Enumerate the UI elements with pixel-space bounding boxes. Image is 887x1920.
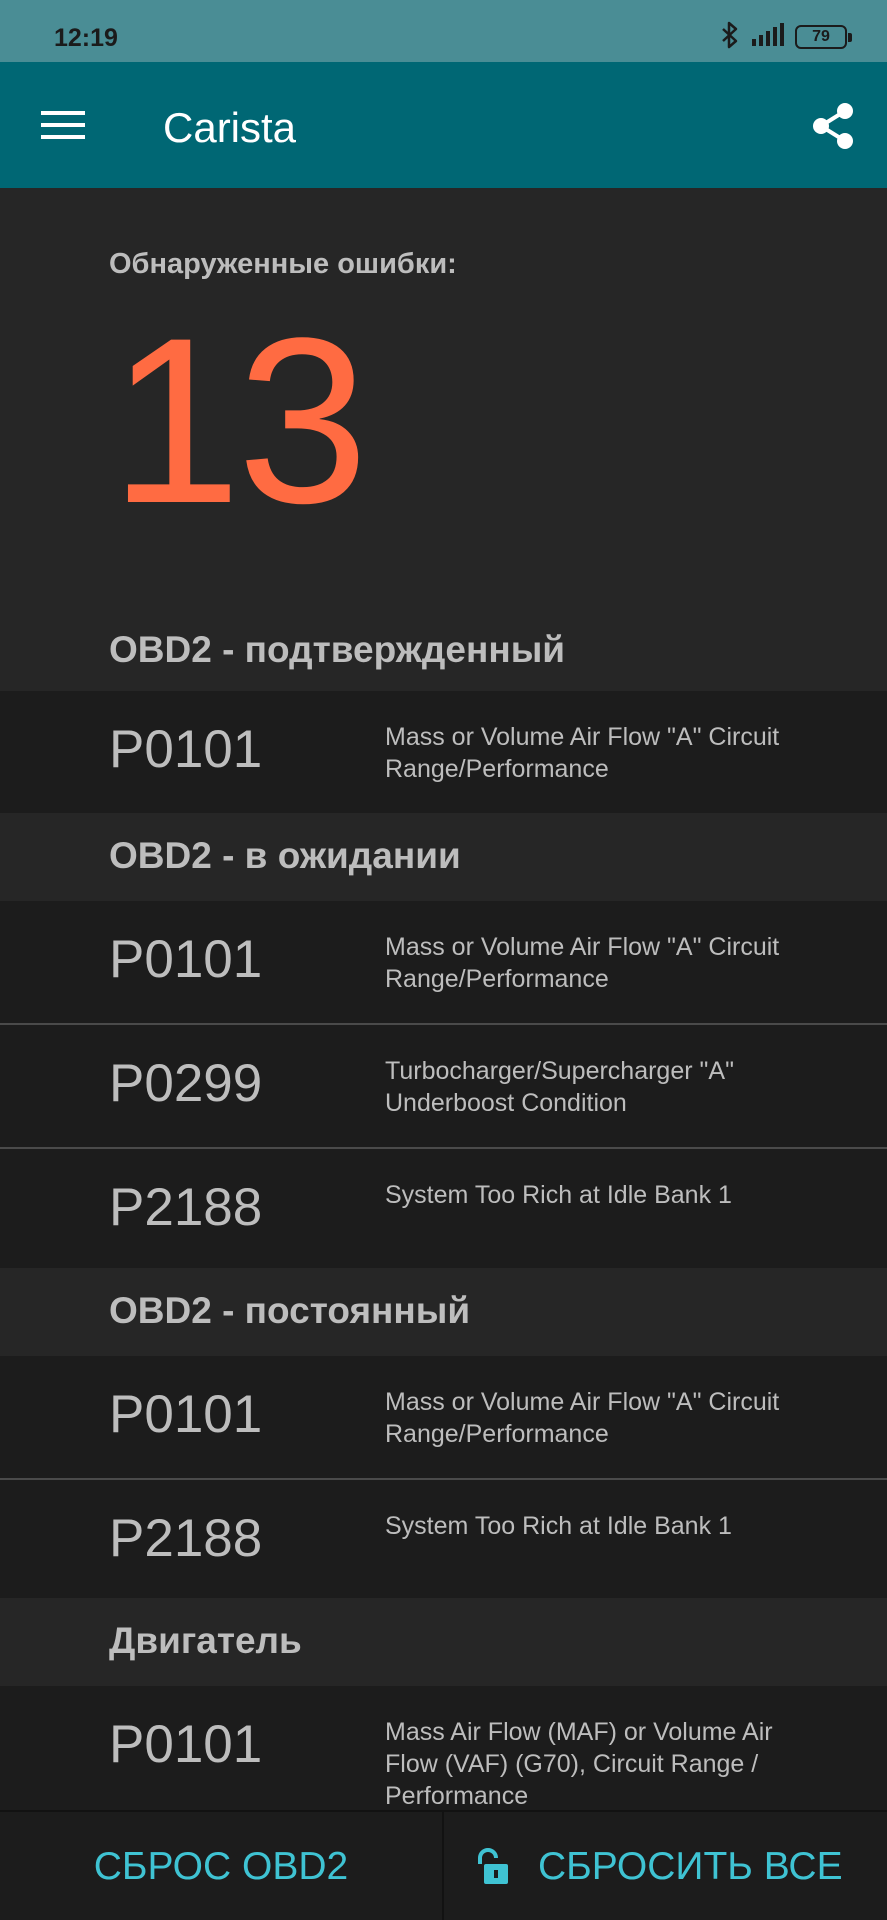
section-title: OBD2 - постоянный	[109, 1290, 471, 1331]
dtc-description: Turbocharger/Supercharger "A" Underboost…	[385, 1057, 734, 1117]
section-header-obd2-confirmed: OBD2 - подтвержденный	[0, 607, 887, 695]
dtc-description: System Too Rich at Idle Bank 1	[385, 1181, 732, 1209]
section-header-obd2-permanent: OBD2 - постоянный	[0, 1268, 887, 1356]
dtc-code: P2188	[109, 1178, 263, 1237]
dtc-row[interactable]: P2188 System Too Rich at Idle Bank 1	[0, 1149, 887, 1268]
section-header-engine: Двигатель	[0, 1598, 887, 1686]
dtc-code: P0101	[109, 720, 263, 779]
share-icon[interactable]	[805, 98, 861, 154]
app-title: Carista	[163, 104, 297, 151]
dtc-description: Mass or Volume Air Flow "A" Circuit Rang…	[385, 933, 780, 993]
dtc-description: System Too Rich at Idle Bank 1	[385, 1512, 732, 1540]
status-icons: 79	[719, 21, 852, 54]
section-title: OBD2 - подтвержденный	[109, 629, 566, 670]
dtc-code: P0299	[109, 1054, 263, 1113]
errors-count: 13	[110, 289, 369, 553]
battery-icon: 79	[795, 25, 852, 49]
dtc-code: P0101	[109, 1715, 263, 1774]
bottom-action-bar: СБРОС OBD2 СБРОСИТЬ ВСЕ	[0, 1810, 887, 1920]
bluetooth-icon	[719, 21, 741, 54]
unlock-icon	[474, 1848, 508, 1886]
reset-obd2-label: СБРОС OBD2	[93, 1845, 349, 1888]
errors-found-label: Обнаруженные ошибки:	[109, 248, 457, 280]
dtc-code: P0101	[109, 930, 263, 989]
dtc-row[interactable]: P0101 Mass Air Flow (MAF) or Volume Air …	[0, 1686, 887, 1810]
signal-icon	[751, 22, 785, 52]
dtc-row[interactable]: P0299 Turbocharger/Supercharger "A" Unde…	[0, 1025, 887, 1149]
section-header-obd2-pending: OBD2 - в ожидании	[0, 813, 887, 901]
dtc-row[interactable]: P2188 System Too Rich at Idle Bank 1	[0, 1480, 887, 1598]
dtc-description: Mass Air Flow (MAF) or Volume Air Flow (…	[385, 1718, 773, 1810]
dtc-code: P0101	[109, 1385, 263, 1444]
dtc-row[interactable]: P0101 Mass or Volume Air Flow "A" Circui…	[0, 691, 887, 813]
status-bar: 12:19 79	[0, 0, 887, 62]
dtc-row[interactable]: P0101 Mass or Volume Air Flow "A" Circui…	[0, 901, 887, 1025]
dtc-description: Mass or Volume Air Flow "A" Circuit Rang…	[385, 723, 780, 783]
reset-all-button[interactable]: СБРОСИТЬ ВСЕ	[444, 1812, 887, 1920]
status-time: 12:19	[54, 24, 118, 52]
errors-content[interactable]: Обнаруженные ошибки: 13 OBD2 - подтвержд…	[0, 188, 887, 1810]
reset-all-label: СБРОСИТЬ ВСЕ	[538, 1845, 843, 1888]
section-title: OBD2 - в ожидании	[109, 835, 461, 876]
dtc-row[interactable]: P0101 Mass or Volume Air Flow "A" Circui…	[0, 1356, 887, 1480]
section-title: Двигатель	[109, 1620, 302, 1661]
dtc-description: Mass or Volume Air Flow "A" Circuit Rang…	[385, 1388, 780, 1448]
hamburger-menu-icon[interactable]	[32, 100, 94, 150]
dtc-code: P2188	[109, 1509, 263, 1568]
reset-obd2-button[interactable]: СБРОС OBD2	[0, 1812, 442, 1920]
app-bar: Carista	[0, 62, 887, 188]
